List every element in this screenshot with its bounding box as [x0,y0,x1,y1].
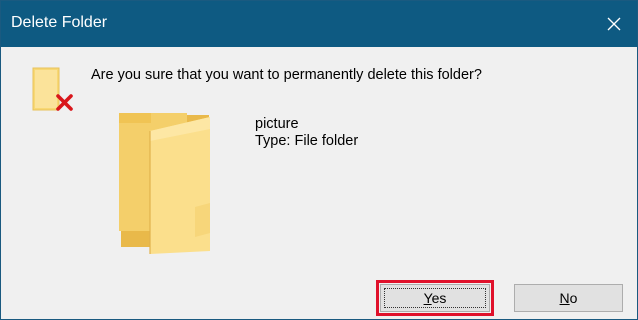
yes-button-label: Yes [423,290,447,306]
close-button[interactable] [591,1,637,47]
window-title: Delete Folder [11,14,108,31]
no-button[interactable]: No [514,284,623,312]
close-icon [607,17,621,31]
folder-icon [119,113,210,254]
yes-button[interactable]: Yes [380,284,490,312]
folder-delete-icon [32,67,73,111]
item-name: picture [255,116,299,132]
no-button-label: No [559,290,578,306]
title-bar[interactable]: Delete Folder [1,1,637,47]
confirmation-message: Are you sure that you want to permanentl… [91,67,482,83]
item-type: Type: File folder [255,133,359,149]
dialog-body: Are you sure that you want to permanentl… [1,47,637,319]
delete-folder-dialog: Delete Folder Are you sure that you want… [0,0,638,320]
